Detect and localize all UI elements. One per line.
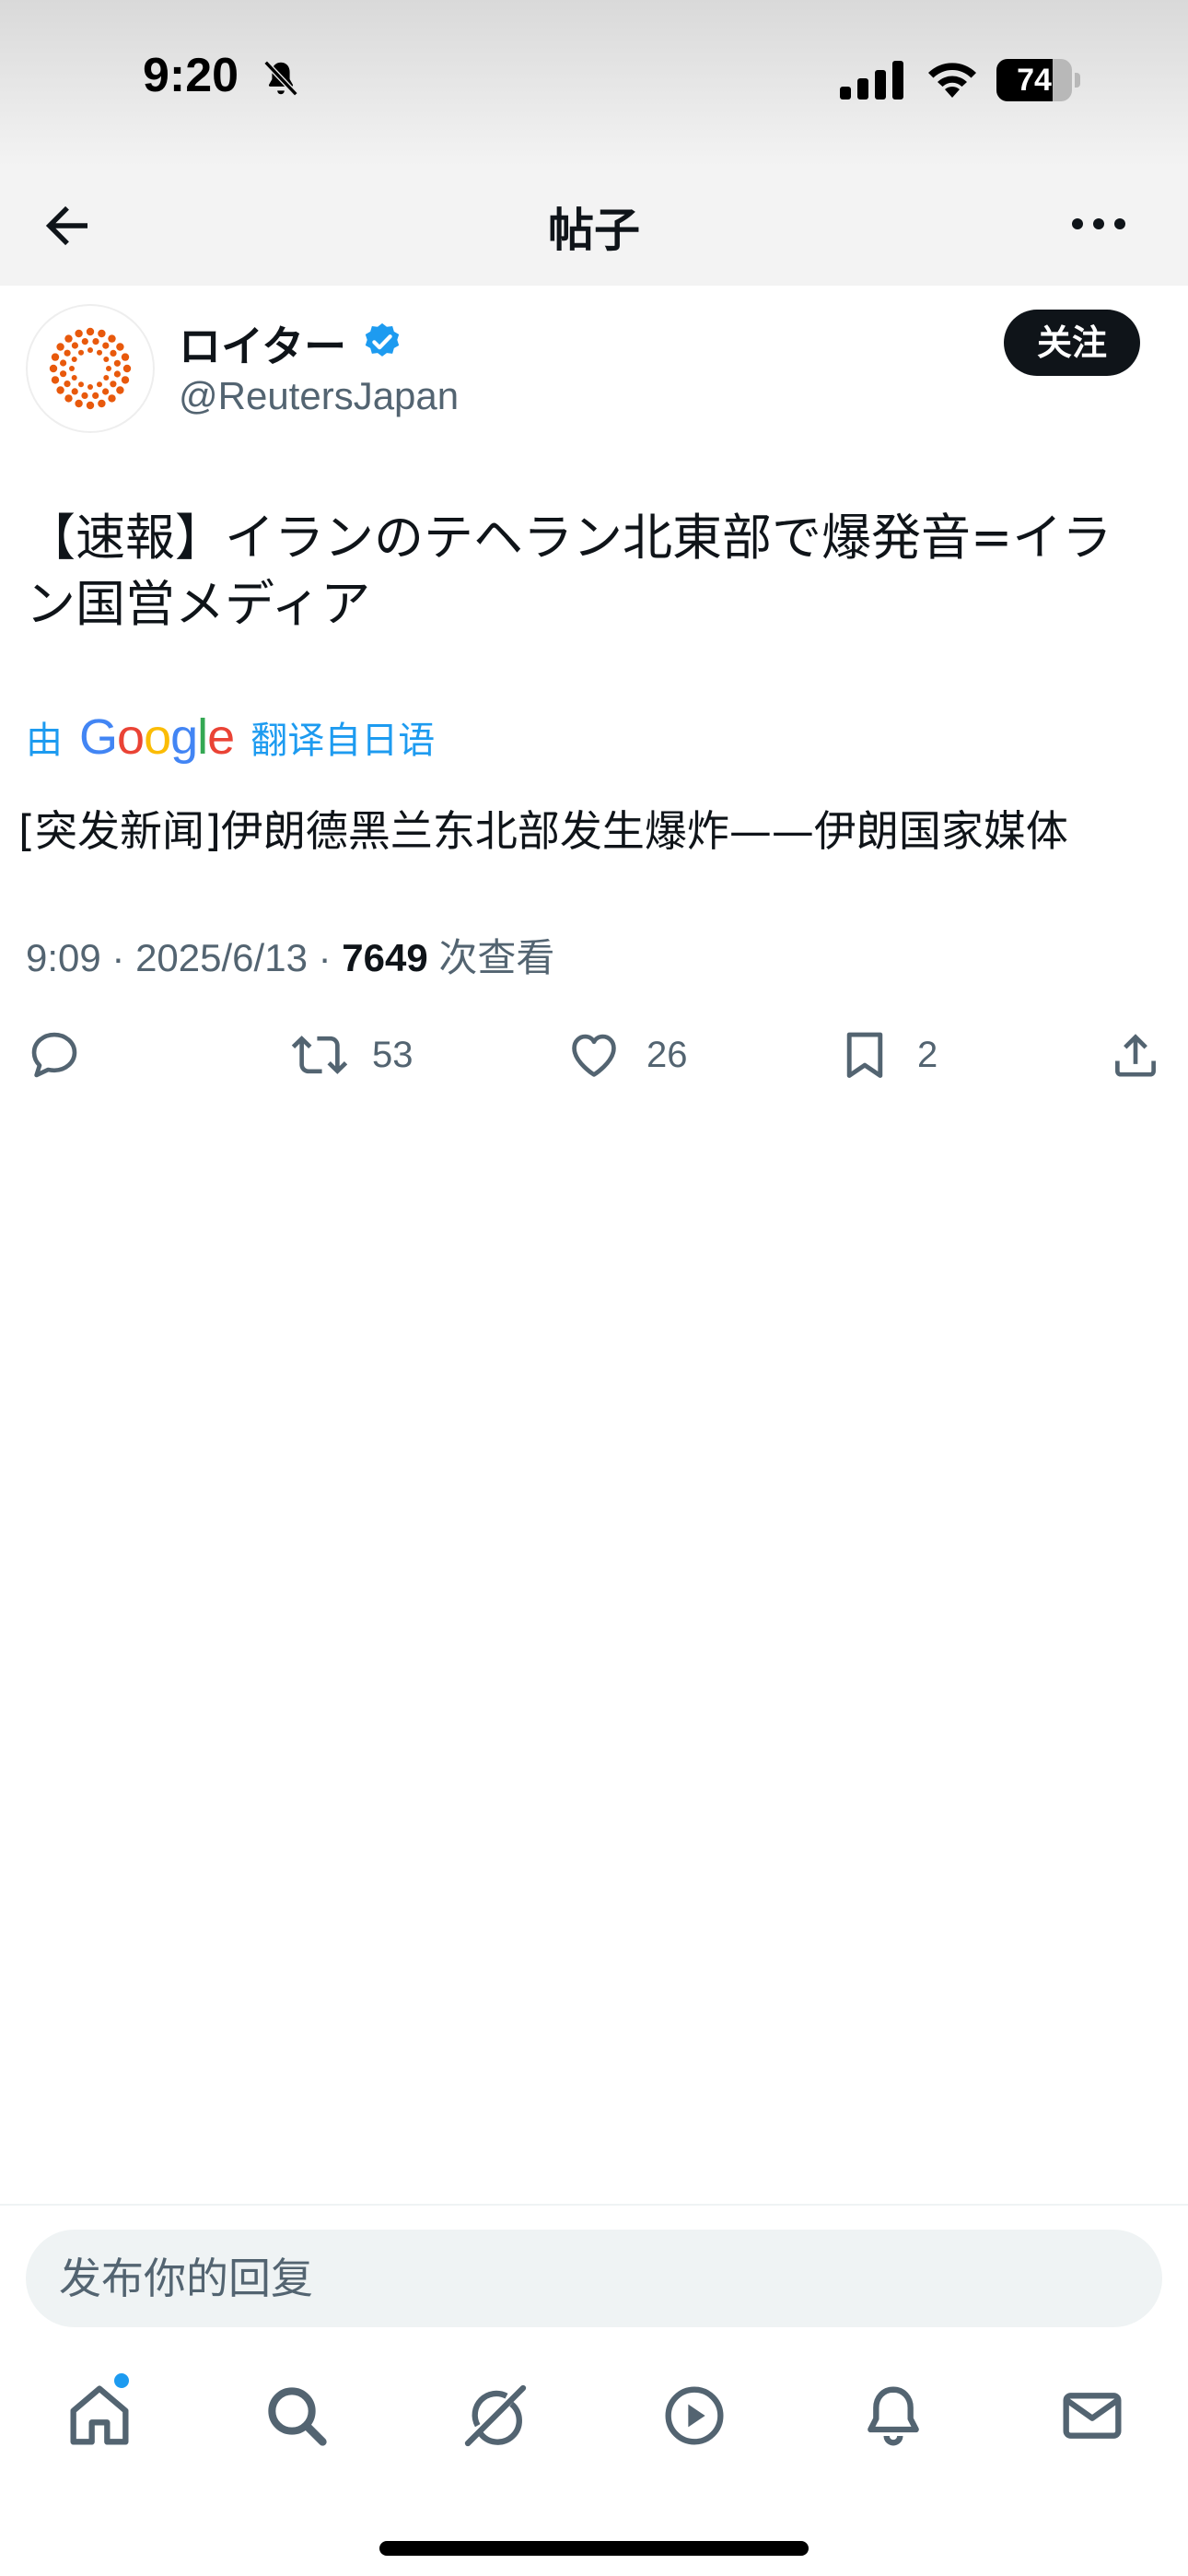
follow-button[interactable]: 关注 <box>1004 310 1140 376</box>
divider <box>0 2204 1188 2206</box>
battery-percent: 74 <box>1017 63 1052 98</box>
verified-badge-icon <box>365 322 400 357</box>
tab-home[interactable] <box>63 2379 136 2453</box>
translation-source-label: 翻译自日语 <box>250 720 436 762</box>
google-logo-letter: o <box>144 709 171 765</box>
views-label: 次查看 <box>438 935 555 980</box>
share-icon <box>1115 1034 1156 1077</box>
translation-by-label: 由 <box>26 720 63 762</box>
home-notification-dot <box>114 2373 129 2388</box>
translated-text: [突发新闻]伊朗德黑兰东北部发生爆炸——伊朗国家媒体 <box>18 806 1068 856</box>
google-logo-letter: g <box>170 709 198 765</box>
notifications-icon <box>868 2386 919 2446</box>
home-indicator <box>379 2541 809 2556</box>
google-logo-letter: l <box>197 709 208 765</box>
repost-icon <box>291 1036 348 1074</box>
home-icon <box>70 2385 129 2445</box>
post-date: 2025/6/13 <box>135 936 308 979</box>
views-count[interactable]: 7649 <box>342 936 427 979</box>
author-name[interactable]: ロイター <box>179 313 346 374</box>
reply-action[interactable] <box>26 1023 83 1087</box>
translation-attribution[interactable]: 由 Google 翻译自日语 <box>26 708 435 767</box>
bookmark-icon <box>846 1032 883 1078</box>
post-text: 【速報】イランのテヘラン北東部で爆発音=イラン国営メディア <box>26 509 1112 633</box>
messages-icon <box>1063 2393 1122 2439</box>
bell-off-icon <box>263 60 298 97</box>
google-logo-letter: G <box>79 709 118 765</box>
more-horizontal-icon[interactable] <box>1068 208 1129 240</box>
search-icon <box>268 2387 327 2446</box>
tab-messages[interactable] <box>1055 2379 1129 2453</box>
like-action[interactable]: 26 <box>565 1023 688 1087</box>
like-count: 26 <box>646 1034 688 1075</box>
page-title: 帖子 <box>548 204 640 257</box>
repost-action[interactable]: 53 <box>291 1023 413 1087</box>
tab-notifications[interactable] <box>856 2379 930 2453</box>
grok-icon <box>464 2384 527 2447</box>
reply-input[interactable]: 发布你的回复 <box>26 2230 1162 2327</box>
bookmark-action[interactable]: 2 <box>836 1023 938 1087</box>
tab-grok[interactable] <box>459 2379 532 2453</box>
google-logo-letter: o <box>117 709 145 765</box>
post-meta: 9:09 · 2025/6/13 · 7649 次查看 <box>26 935 555 980</box>
author-handle[interactable]: @ReutersJapan <box>179 374 459 418</box>
avatar[interactable] <box>26 304 155 433</box>
post-time: 9:09 <box>26 936 101 979</box>
repost-count: 53 <box>372 1034 413 1075</box>
wifi-icon <box>928 63 976 98</box>
status-time: 9:20 <box>143 49 239 102</box>
video-icon <box>665 2386 724 2445</box>
battery-icon: 74 <box>996 59 1081 101</box>
google-logo: Google <box>79 708 235 766</box>
bookmark-count: 2 <box>917 1034 938 1075</box>
tab-video[interactable] <box>658 2379 731 2453</box>
tab-search[interactable] <box>260 2379 333 2453</box>
reply-icon <box>31 1032 77 1078</box>
reuters-logo <box>49 327 132 410</box>
signal-icon <box>840 61 903 100</box>
google-logo-letter: e <box>207 709 235 765</box>
share-action[interactable] <box>1107 1023 1164 1087</box>
heart-icon <box>572 1034 616 1077</box>
